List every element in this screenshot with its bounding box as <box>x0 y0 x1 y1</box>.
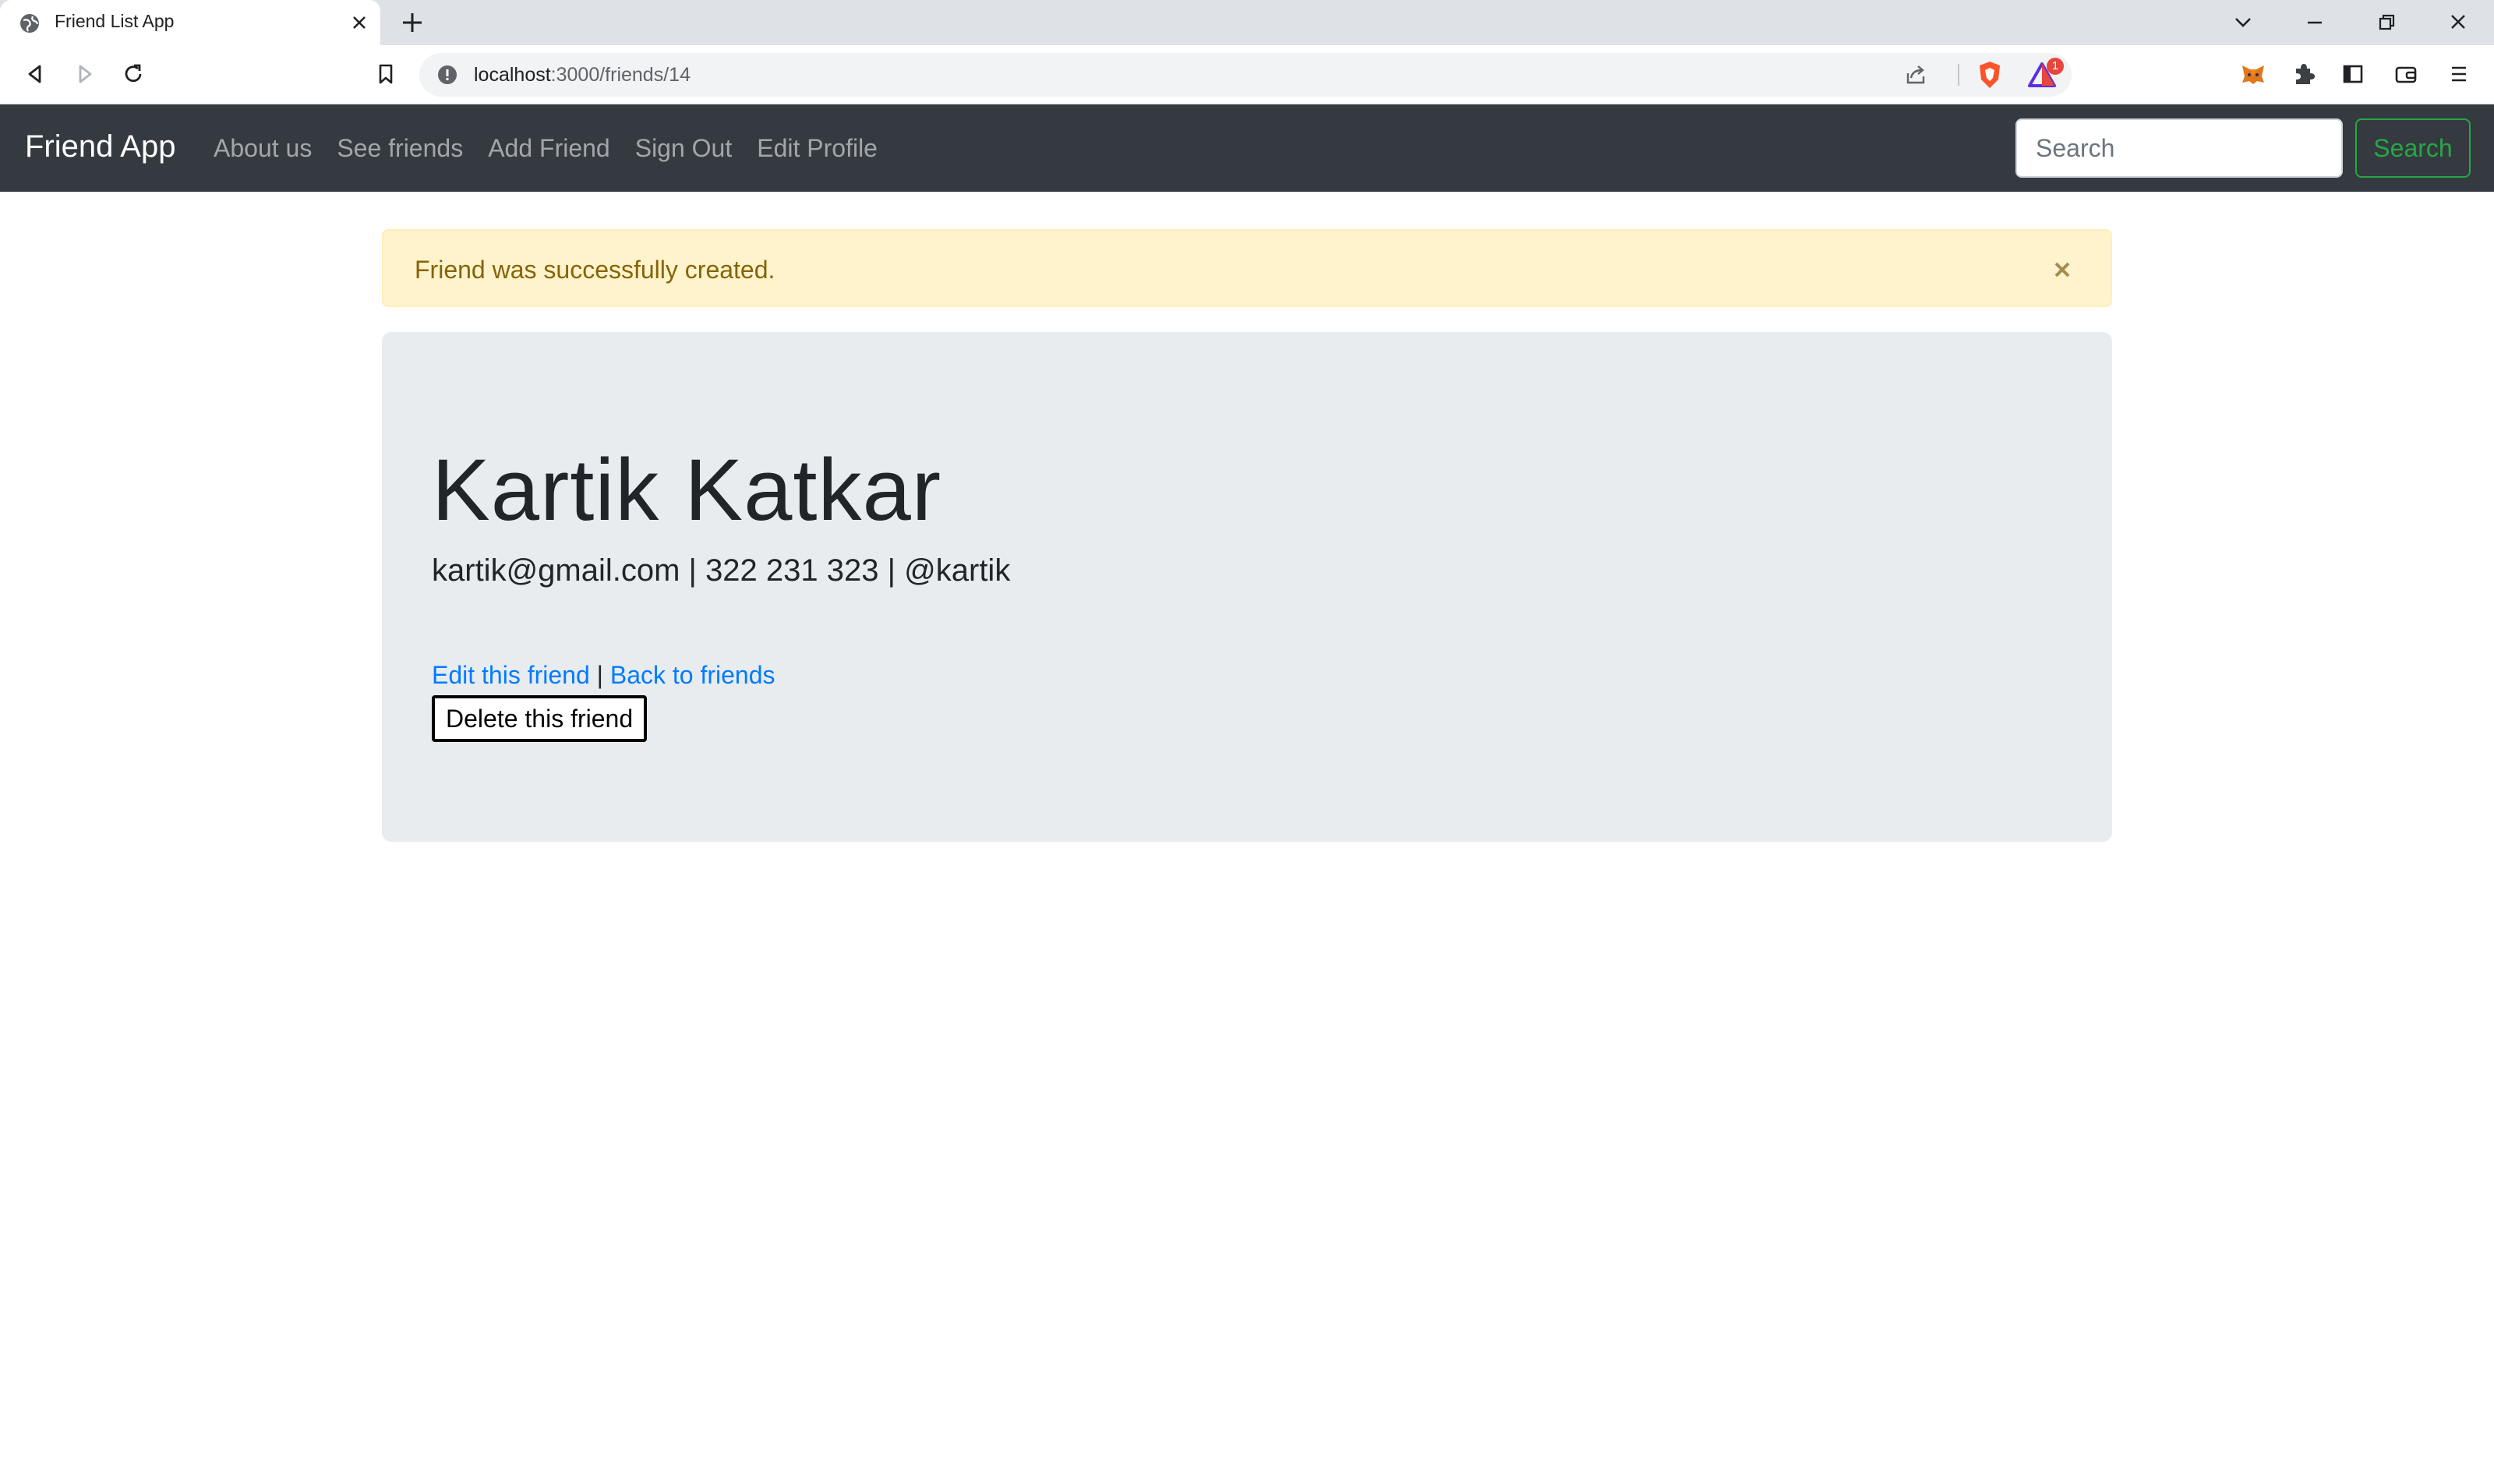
minimize-icon[interactable] <box>2301 9 2329 36</box>
friend-twitter: @kartik <box>904 553 1011 588</box>
metamask-fox-icon[interactable] <box>2238 59 2268 89</box>
friend-phone: 322 231 323 <box>705 553 879 588</box>
url-path: :3000/friends/14 <box>550 64 691 86</box>
sidebar-icon[interactable] <box>2338 59 2368 89</box>
nav-link-sign-out[interactable]: Sign Out <box>635 134 733 163</box>
url-host: localhost <box>474 64 551 86</box>
edit-friend-link[interactable]: Edit this friend <box>432 661 590 689</box>
friend-email: kartik@gmail.com <box>432 553 680 588</box>
browser-tab-strip: Friend List App <box>0 0 2494 45</box>
friend-actions-links: Edit this friend | Back to friends <box>432 661 775 690</box>
nav-link-add-friend[interactable]: Add Friend <box>488 134 610 163</box>
close-tab-icon[interactable] <box>348 11 371 34</box>
close-alert-icon[interactable] <box>2048 256 2076 284</box>
brave-shields-icon[interactable] <box>1975 59 2005 90</box>
back-icon[interactable] <box>20 59 50 89</box>
new-tab-icon[interactable] <box>399 9 426 36</box>
reload-icon[interactable] <box>118 59 148 89</box>
close-window-icon[interactable] <box>2444 9 2472 36</box>
rewards-badge: 1 <box>2047 58 2064 75</box>
browser-toolbar: localhost:3000/friends/14 1 <box>0 45 2494 104</box>
search-button[interactable]: Search <box>2355 118 2471 178</box>
nav-link-edit-profile[interactable]: Edit Profile <box>757 134 878 163</box>
bookmark-icon[interactable] <box>371 59 401 89</box>
friend-contact-info: kartik@gmail.com | 322 231 323 | @kartik <box>432 553 1010 588</box>
wallet-icon[interactable] <box>2391 59 2421 89</box>
omnibox-divider <box>1958 64 1959 86</box>
nav-link-about-us[interactable]: About us <box>214 134 312 163</box>
search-input[interactable] <box>2015 118 2343 178</box>
alert-message: Friend was successfully created. <box>415 256 775 284</box>
site-info-icon[interactable] <box>436 64 458 86</box>
info-separator: | <box>680 553 706 588</box>
friend-name: Kartik Katkar <box>432 441 942 539</box>
flash-alert: Friend was successfully created. <box>382 229 2112 307</box>
friend-detail-card: Kartik Katkar kartik@gmail.com | 322 231… <box>382 332 2112 842</box>
share-icon[interactable] <box>1903 62 1928 87</box>
tab-search-icon[interactable] <box>2229 9 2257 36</box>
app-navbar: Friend App About us See friends Add Frie… <box>0 104 2494 192</box>
delete-friend-button[interactable]: Delete this friend <box>432 695 648 742</box>
menu-icon[interactable] <box>2444 59 2474 89</box>
extensions-puzzle-icon[interactable] <box>2288 59 2318 89</box>
address-bar[interactable]: localhost:3000/friends/14 1 <box>419 53 2072 97</box>
links-separator: | <box>589 661 610 689</box>
tab-title: Friend List App <box>55 11 175 31</box>
forward-icon[interactable] <box>70 59 100 89</box>
back-to-friends-link[interactable]: Back to friends <box>610 661 775 689</box>
navbar-brand[interactable]: Friend App <box>25 129 175 164</box>
nav-links: About us See friends Add Friend Sign Out… <box>214 134 878 163</box>
info-separator: | <box>878 553 905 588</box>
browser-tab[interactable]: Friend List App <box>0 0 380 45</box>
url-text: localhost:3000/friends/14 <box>474 64 691 87</box>
restore-icon[interactable] <box>2372 9 2400 36</box>
globe-icon <box>20 14 39 33</box>
nav-link-see-friends[interactable]: See friends <box>337 134 463 163</box>
